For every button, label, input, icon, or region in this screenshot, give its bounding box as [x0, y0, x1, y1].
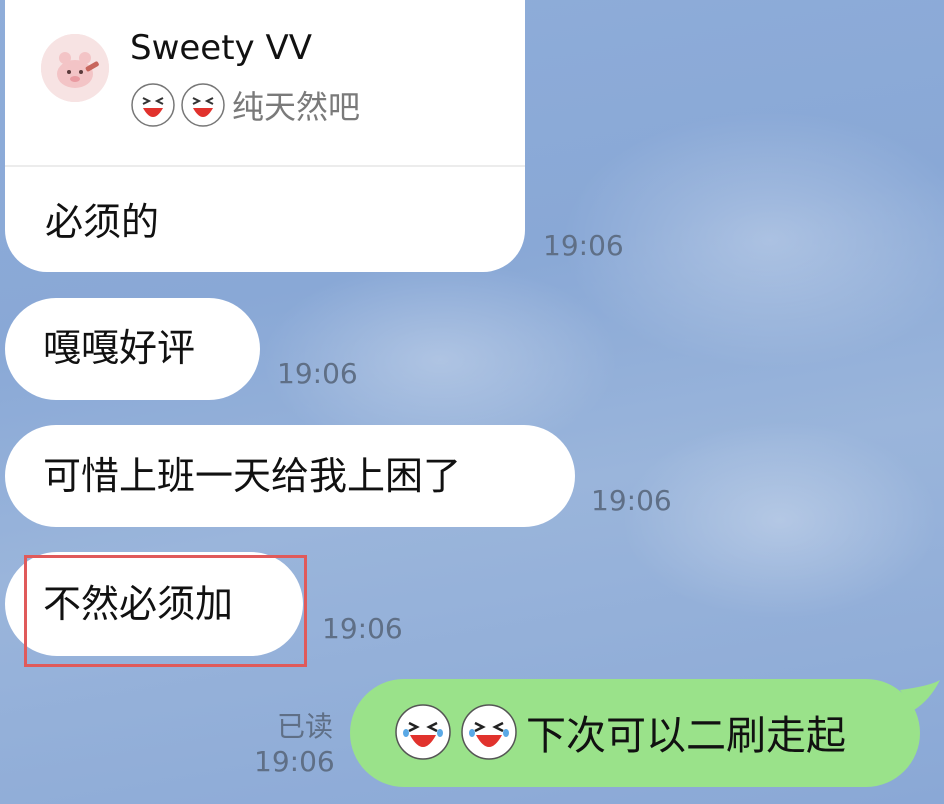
sent-message-timestamp: 19:06: [254, 745, 335, 778]
received-message-bubble[interactable]: 嘎嘎好评: [5, 298, 260, 400]
laughing-crying-emoji-icon: [461, 704, 517, 760]
message-text: 可惜上班一天给我上困了: [43, 454, 462, 498]
received-message-bubble[interactable]: 可惜上班一天给我上困了: [5, 425, 575, 527]
sent-message-bubble[interactable]: 下次可以二刷走起: [350, 679, 920, 787]
laughing-crying-emoji-icon: [395, 704, 451, 760]
quoted-text: 纯天然吧: [232, 88, 361, 126]
quoted-user-avatar: [41, 34, 109, 102]
reply-divider: [5, 165, 525, 167]
highlight-annotation-box: [24, 555, 307, 667]
reply-message-bubble[interactable]: Sweety VV 纯天然吧 必须的: [5, 0, 525, 272]
laughing-emoji-icon: [131, 83, 175, 127]
message-timestamp: 19:06: [591, 484, 672, 517]
laughing-emoji-icon: [181, 83, 225, 127]
message-timestamp: 19:06: [543, 229, 624, 262]
background-cloud: [620, 420, 940, 620]
quoted-user-name: Sweety VV: [130, 28, 313, 68]
message-timestamp: 19:06: [322, 612, 403, 645]
quoted-message[interactable]: 纯天然吧: [130, 80, 360, 130]
read-receipt: 已读: [277, 710, 334, 743]
sent-message-text: 下次可以二刷走起: [526, 713, 846, 759]
message-text: 嘎嘎好评: [43, 326, 196, 370]
message-text: 必须的: [45, 200, 160, 244]
message-timestamp: 19:06: [277, 357, 358, 390]
